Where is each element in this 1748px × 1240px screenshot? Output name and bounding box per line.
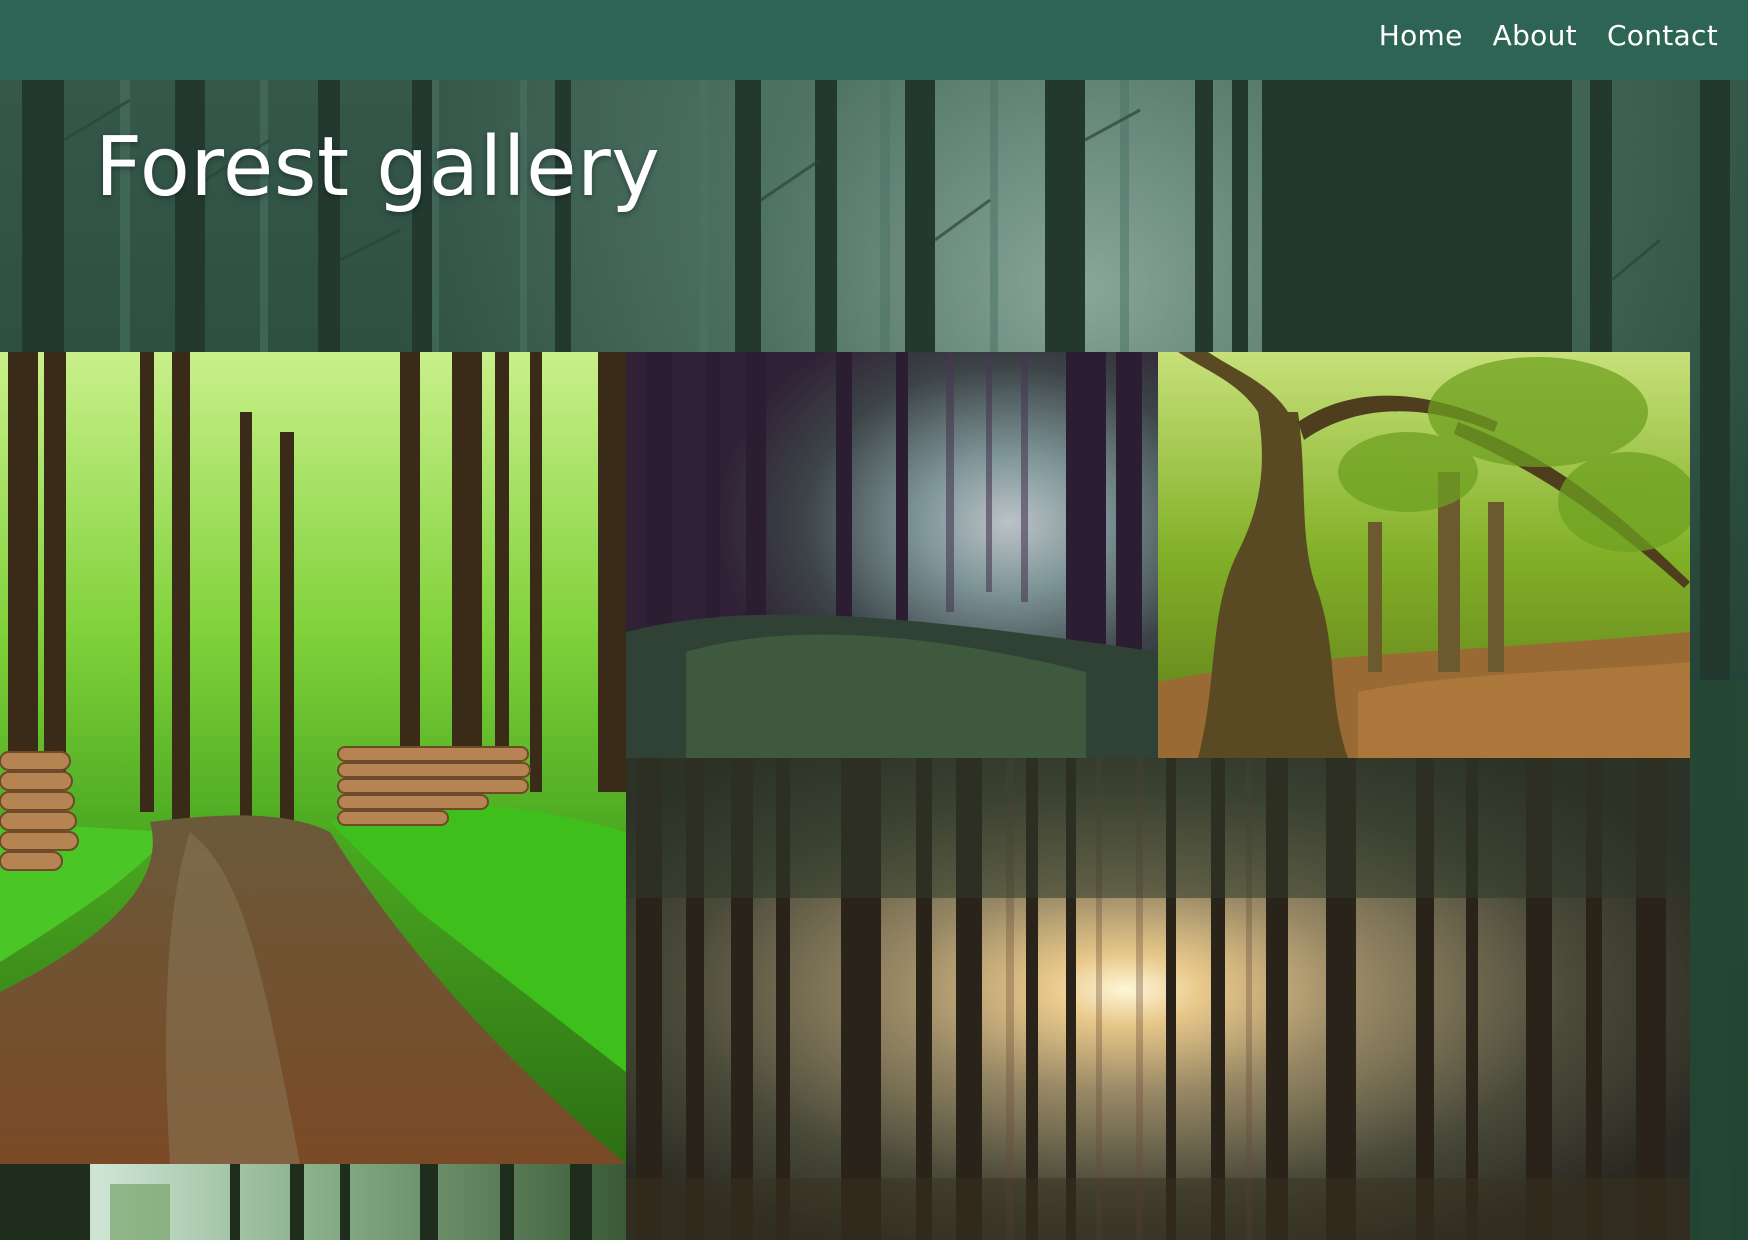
gallery-image-sunlit-forest[interactable]	[626, 758, 1690, 1240]
page-title: Forest gallery	[95, 120, 661, 215]
nav-link-contact[interactable]: Contact	[1607, 19, 1718, 52]
top-navbar: Home About Contact	[0, 0, 1748, 80]
nav-link-home[interactable]: Home	[1379, 19, 1463, 52]
nav-links: Home About Contact	[1379, 0, 1718, 70]
gallery-image-forest-partial[interactable]	[0, 1164, 626, 1240]
gallery-image-forest-path[interactable]	[0, 352, 626, 1164]
gallery-image-misty-forest[interactable]	[626, 352, 1158, 758]
page: Home About Contact Forest gallery	[0, 0, 1748, 1240]
gallery-image-old-oak[interactable]	[1158, 352, 1690, 758]
nav-link-about[interactable]: About	[1493, 19, 1577, 52]
